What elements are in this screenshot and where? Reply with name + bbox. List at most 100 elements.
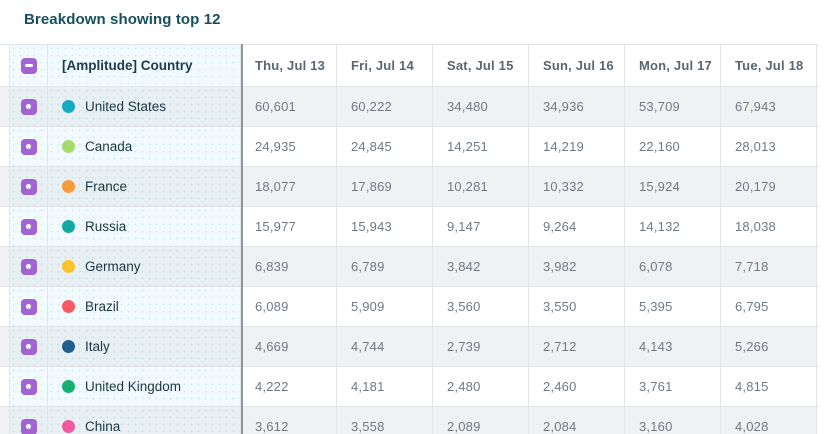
checkbox-dot-icon (26, 304, 31, 309)
date-column-header: Tue, Jul 18 (721, 45, 817, 86)
table-row: United States 60,601 60,222 34,480 34,936 53,… (0, 87, 819, 127)
country-label: Brazil (85, 299, 119, 314)
value-cell: 14,219 (529, 127, 625, 166)
table-row: Italy 4,669 4,744 2,739 2,712 4,143 5,266 (0, 327, 819, 367)
value-cell: 4,744 (337, 327, 433, 366)
country-label: Italy (85, 339, 110, 354)
gutter-cell (0, 407, 10, 434)
value-cell: 4,222 (241, 367, 337, 406)
series-color-dot (62, 300, 75, 313)
value-cell: 10,332 (529, 167, 625, 206)
checkbox-dot-icon (26, 384, 31, 389)
date-column-header: Sat, Jul 15 (433, 45, 529, 86)
country-label: Germany (85, 259, 141, 274)
value-cell: 28,013 (721, 127, 817, 166)
row-checkbox[interactable] (20, 298, 37, 315)
value-cell: 9,264 (529, 207, 625, 246)
value-cell: 6,839 (241, 247, 337, 286)
value-cell: 3,560 (433, 287, 529, 326)
country-label: China (85, 419, 121, 434)
value-cell: 6,795 (721, 287, 817, 326)
row-checkbox[interactable] (20, 138, 37, 155)
value-cell: 53,709 (625, 87, 721, 126)
series-color-dot (62, 100, 75, 113)
country-label: Canada (85, 139, 133, 154)
value-cell: 14,251 (433, 127, 529, 166)
country-cell[interactable]: Italy (48, 327, 241, 366)
row-checkbox[interactable] (20, 218, 37, 235)
value-cell: 14,132 (625, 207, 721, 246)
country-label: United Kingdom (85, 379, 182, 394)
country-label: Russia (85, 219, 127, 234)
country-cell[interactable]: Canada (48, 127, 241, 166)
series-color-dot (62, 420, 75, 433)
value-cell: 60,601 (241, 87, 337, 126)
country-column-header: [Amplitude] Country (48, 45, 241, 86)
country-cell[interactable]: United States (48, 87, 241, 126)
country-cell[interactable]: Brazil (48, 287, 241, 326)
value-cell: 2,739 (433, 327, 529, 366)
gutter-cell (0, 367, 10, 406)
date-column-header: Thu, Jul 13 (241, 45, 337, 86)
value-cell: 2,712 (529, 327, 625, 366)
row-checkbox-cell (10, 167, 48, 206)
row-checkbox[interactable] (20, 98, 37, 115)
value-cell: 60,222 (337, 87, 433, 126)
value-cell: 34,936 (529, 87, 625, 126)
value-cell: 5,395 (625, 287, 721, 326)
value-cell: 18,077 (241, 167, 337, 206)
row-checkbox-cell (10, 247, 48, 286)
country-label: United States (85, 99, 167, 114)
country-cell[interactable]: Russia (48, 207, 241, 246)
value-cell: 18,038 (721, 207, 817, 246)
gutter-cell (0, 247, 10, 286)
value-cell: 9,147 (433, 207, 529, 246)
row-checkbox[interactable] (20, 178, 37, 195)
row-checkbox[interactable] (20, 418, 37, 434)
checkbox-dot-icon (26, 344, 31, 349)
breakdown-panel: Breakdown showing top 12 [Amplitude] Cou… (0, 0, 824, 434)
value-cell: 2,460 (529, 367, 625, 406)
value-cell: 7,718 (721, 247, 817, 286)
country-cell[interactable]: United Kingdom (48, 367, 241, 406)
value-cell: 67,943 (721, 87, 817, 126)
value-cell: 15,943 (337, 207, 433, 246)
country-cell[interactable]: Germany (48, 247, 241, 286)
select-all-checkbox[interactable] (20, 57, 37, 74)
country-cell[interactable]: China (48, 407, 241, 434)
value-cell: 17,869 (337, 167, 433, 206)
table-body: United States 60,601 60,222 34,480 34,936 53,… (0, 87, 819, 434)
checkbox-dot-icon (26, 224, 31, 229)
row-checkbox[interactable] (20, 338, 37, 355)
value-cell: 5,909 (337, 287, 433, 326)
value-cell: 34,480 (433, 87, 529, 126)
series-color-dot (62, 380, 75, 393)
value-cell: 22,160 (625, 127, 721, 166)
frozen-pane-divider (241, 44, 243, 434)
value-cell: 24,935 (241, 127, 337, 166)
series-color-dot (62, 340, 75, 353)
indeterminate-minus-icon (24, 64, 33, 67)
gutter-cell (0, 287, 10, 326)
value-cell: 3,550 (529, 287, 625, 326)
row-checkbox[interactable] (20, 378, 37, 395)
value-cell: 2,480 (433, 367, 529, 406)
country-label: France (85, 179, 128, 194)
table-row: China 3,612 3,558 2,089 2,084 3,160 4,028 (0, 407, 819, 434)
date-column-header: Sun, Jul 16 (529, 45, 625, 86)
value-cell: 4,181 (337, 367, 433, 406)
row-checkbox[interactable] (20, 258, 37, 275)
checkbox-dot-icon (26, 144, 31, 149)
value-cell: 3,558 (337, 407, 433, 434)
value-cell: 4,143 (625, 327, 721, 366)
value-cell: 3,982 (529, 247, 625, 286)
value-cell: 3,761 (625, 367, 721, 406)
row-checkbox-cell (10, 127, 48, 166)
country-cell[interactable]: France (48, 167, 241, 206)
date-column-header: Mon, Jul 17 (625, 45, 721, 86)
gutter-cell (0, 87, 10, 126)
value-cell: 3,160 (625, 407, 721, 434)
select-all-cell (10, 45, 48, 86)
table-row: United Kingdom 4,222 4,181 2,480 2,460 3,761 4… (0, 367, 819, 407)
value-cell: 4,669 (241, 327, 337, 366)
